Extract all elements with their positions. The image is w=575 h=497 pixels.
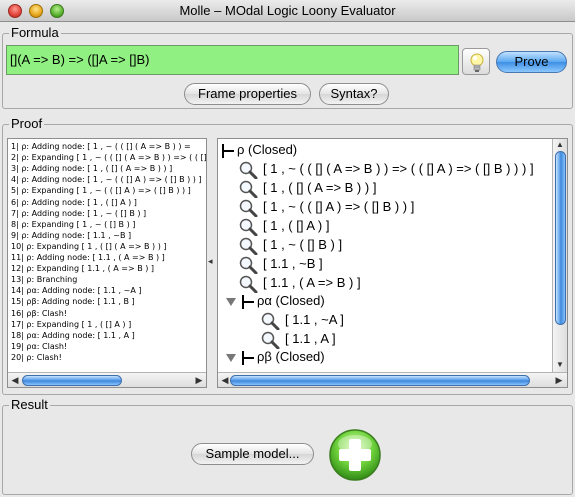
- tree-branch-icon: [242, 294, 254, 309]
- zoom-window-button[interactable]: [50, 4, 64, 18]
- log-line: 10| ρ: Expanding [ 1 , ( [] ( A => B ) )…: [11, 241, 167, 251]
- window-title: Molle – MOdal Logic Loony Evaluator: [179, 3, 396, 18]
- proof-tree-pane[interactable]: ρ (Closed) [ 1 , ~ ( ( [] ( A => B ) ) =…: [217, 138, 568, 388]
- log-line: 9| ρ: Adding node: [ 1.1 , ~B ]: [11, 230, 132, 240]
- tree-alpha-branch[interactable]: ρα (Closed): [242, 292, 325, 310]
- log-line: 8| ρ: Expanding [ 1 , ~ ( [] B ) ]: [11, 219, 136, 229]
- disclosure-triangle-icon[interactable]: [226, 298, 236, 306]
- log-line: 11| ρ: Adding node: [ 1.1 , ( A => B ) ]: [11, 253, 165, 262]
- log-scroll-thumb[interactable]: [22, 375, 122, 386]
- log-line: 1| ρ: Adding node: [ 1 , ~ ( ( [] ( A =>…: [11, 142, 191, 151]
- scroll-up-arrow-icon[interactable]: ▲: [553, 139, 567, 151]
- magnifier-icon: [261, 331, 280, 350]
- tree-node[interactable]: [ 1 , ~ ( [] B ) ]: [238, 236, 343, 256]
- lightbulb-icon: [470, 53, 484, 72]
- tree-node[interactable]: [ 1.1 , ~B ]: [238, 255, 323, 275]
- tree-horizontal-scrollbar[interactable]: ◀ ▶: [218, 372, 567, 387]
- tree-node-label: [ 1.1 , ( A => B ) ]: [263, 275, 361, 290]
- log-line: 12| ρ: Expanding [ 1.1 , ( A => B ) ]: [11, 264, 155, 274]
- tree-node-label: [ 1 , ( [] ( A => B ) ) ]: [263, 180, 377, 195]
- log-line: 18| ρα: Adding node: [ 1.1 , A ]: [11, 330, 135, 340]
- tree-node-label: [ 1 , ~ ( ( [] A ) => ( [] B ) ) ]: [263, 199, 415, 214]
- tree-node[interactable]: [ 1 , ( [] ( A => B ) ) ]: [238, 179, 377, 199]
- proof-log-pane[interactable]: 1| ρ: Adding node: [ 1 , ~ ( ( [] ( A =>…: [7, 138, 207, 388]
- proof-group-label: Proof: [9, 116, 45, 132]
- tree-node-label: [ 1.1 , ~A ]: [285, 312, 344, 327]
- syntax-button[interactable]: Syntax?: [319, 83, 389, 105]
- log-line: 13| ρ: Branching: [11, 275, 78, 285]
- log-line: 6| ρ: Adding node: [ 1 , ( [] A ) ]: [11, 197, 137, 207]
- hint-button[interactable]: [462, 48, 490, 75]
- log-line: 7| ρ: Adding node: [ 1 , ~ ( [] B ) ]: [11, 208, 147, 218]
- tree-node[interactable]: [ 1 , ( [] A ) ]: [238, 217, 330, 237]
- tree-node[interactable]: [ 1.1 , ~A ]: [260, 311, 344, 331]
- log-line: 2| ρ: Expanding [ 1 , ~ ( ( [] ( A => B …: [11, 153, 207, 163]
- tree-alpha-label: ρα (Closed): [257, 293, 325, 308]
- tree-node[interactable]: [ 1 , ~ ( ( [] ( A => B ) ) => ( ( [] A …: [238, 160, 534, 180]
- tree-node-label: [ 1 , ~ ( ( [] ( A => B ) ) => ( ( [] A …: [263, 161, 534, 176]
- tree-root-branch[interactable]: ρ (Closed): [222, 141, 297, 159]
- log-line: 16| ρβ: Clash!: [11, 308, 67, 318]
- magnifier-icon: [261, 312, 280, 331]
- log-line: 15| ρβ: Adding node: [ 1.1 , B ]: [11, 297, 135, 307]
- close-window-button[interactable]: [8, 4, 22, 18]
- collapse-left-icon[interactable]: ◂: [208, 256, 213, 267]
- title-bar: Molle – MOdal Logic Loony Evaluator: [0, 0, 575, 22]
- log-line: 5| ρ: Expanding [ 1 , ~ ( ( [] A ) => ( …: [11, 186, 191, 196]
- magnifier-icon: [239, 218, 258, 237]
- magnifier-icon: [239, 237, 258, 256]
- result-group-label: Result: [9, 397, 50, 413]
- tree-vertical-scroll-thumb[interactable]: [555, 151, 566, 325]
- formula-group-label: Formula: [9, 25, 61, 41]
- log-line: 20| ρ: Clash!: [11, 352, 62, 362]
- scroll-left-arrow-icon[interactable]: ◀: [8, 373, 22, 387]
- add-model-button[interactable]: [328, 428, 382, 482]
- log-line: 14| ρα: Adding node: [ 1.1 , ~A ]: [11, 286, 142, 296]
- log-line: 19| ρα: Clash!: [11, 341, 68, 351]
- scroll-right-arrow-icon[interactable]: ▶: [552, 373, 566, 387]
- tree-node-label: [ 1.1 , ~B ]: [263, 256, 323, 271]
- tree-branch-icon: [222, 143, 234, 158]
- tree-branch-icon: [242, 350, 254, 365]
- log-horizontal-scrollbar[interactable]: ◀ ▶: [8, 372, 206, 387]
- split-pane-divider[interactable]: ◂: [207, 138, 217, 388]
- magnifier-icon: [239, 275, 258, 294]
- tree-node-label: [ 1 , ~ ( [] B ) ]: [263, 237, 343, 252]
- tree-node[interactable]: [ 1.1 , A ]: [260, 330, 336, 350]
- log-line: 3| ρ: Adding node: [ 1 , ( [] ( A => B )…: [11, 164, 173, 174]
- tree-beta-label: ρβ (Closed): [257, 349, 325, 364]
- scroll-down-arrow-icon[interactable]: ▼: [553, 359, 567, 371]
- disclosure-triangle-icon[interactable]: [226, 354, 236, 362]
- minimize-window-button[interactable]: [29, 4, 43, 18]
- log-line: 17| ρ: Expanding [ 1 , ( [] A ) ]: [11, 319, 132, 329]
- tree-vertical-scrollbar[interactable]: ▲ ▼: [552, 139, 567, 372]
- frame-properties-button[interactable]: Frame properties: [184, 83, 311, 105]
- sample-model-button[interactable]: Sample model...: [191, 443, 314, 465]
- formula-input[interactable]: [](A => B) => ([]A => []B): [6, 45, 459, 75]
- tree-root-label: ρ (Closed): [237, 142, 298, 157]
- magnifier-icon: [239, 180, 258, 199]
- magnifier-icon: [239, 256, 258, 275]
- tree-node[interactable]: [ 1.1 , ( A => B ) ]: [238, 274, 361, 294]
- tree-node-label: [ 1 , ( [] A ) ]: [263, 218, 330, 233]
- plus-icon: [329, 429, 381, 481]
- magnifier-icon: [239, 161, 258, 180]
- magnifier-icon: [239, 199, 258, 218]
- log-line: 4| ρ: Adding node: [ 1 , ~ ( ( [] A ) =>…: [11, 175, 202, 185]
- tree-node[interactable]: [ 1 , ~ ( ( [] A ) => ( [] B ) ) ]: [238, 198, 415, 218]
- tree-horizontal-scroll-thumb[interactable]: [230, 375, 530, 386]
- tree-node-label: [ 1.1 , A ]: [285, 331, 336, 346]
- prove-button[interactable]: Prove: [496, 51, 567, 73]
- tree-beta-branch[interactable]: ρβ (Closed): [242, 348, 325, 366]
- scroll-right-arrow-icon[interactable]: ▶: [192, 373, 206, 387]
